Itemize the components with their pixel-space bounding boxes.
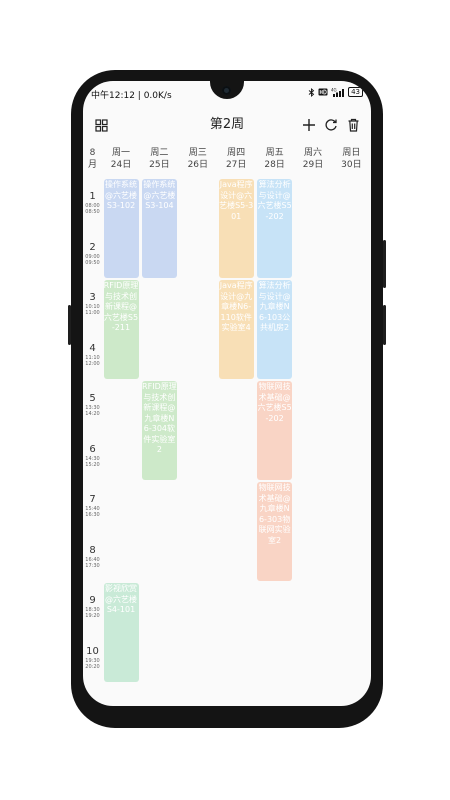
period-end: 11:00 xyxy=(85,310,100,316)
course-card[interactable]: RFID原理与技术创新课程@六艺楼S5-211 xyxy=(103,280,139,379)
course-card[interactable]: Java程序设计@九章楼N6-110软件实验室4 xyxy=(218,280,254,379)
period-label: 4 11:10 12:00 xyxy=(83,343,102,367)
course-text: Java程序设计@九章楼N6-110软件实验室4 xyxy=(219,281,253,332)
period-start: 11:10 xyxy=(85,354,100,361)
period-num: 6 xyxy=(89,443,96,455)
period-num: 9 xyxy=(89,595,96,606)
power-button xyxy=(383,240,386,288)
period-start: 09:00 xyxy=(85,253,100,260)
period-label: 8 16:40 17:30 xyxy=(83,545,102,569)
period-label: 1 08:00 08:50 xyxy=(83,191,102,215)
period-end: 20:20 xyxy=(85,663,100,670)
period-num: 3 xyxy=(89,292,96,303)
period-num: 4 xyxy=(89,342,96,354)
period-num: 5 xyxy=(89,393,96,404)
period-start: 16:40 xyxy=(85,556,100,563)
period-num: 1 xyxy=(89,191,96,202)
course-card[interactable]: 物联网技术基础@六艺楼S5-202 xyxy=(257,381,293,480)
period-label: 3 10:10 11:00 xyxy=(83,292,102,316)
period-num: 2 xyxy=(89,241,96,253)
course-text: 算法分析与设计@六艺楼S5-202 xyxy=(257,180,292,221)
course-text: 操作系统@六艺楼S3-102 xyxy=(105,180,137,210)
period-end: 12:00 xyxy=(85,360,100,367)
course-text: RFID原理与技术创新课程@九章楼N6-304软件实验室2 xyxy=(142,382,177,454)
period-num: 10 xyxy=(86,645,99,657)
course-card[interactable]: 算法分析与设计@六艺楼S5-202 xyxy=(257,179,293,278)
course-card[interactable]: Java程序设计@六艺楼S5-301 xyxy=(218,179,254,278)
period-start: 14:30 xyxy=(85,455,100,462)
course-text: 物联网技术基础@九章楼N6-303物联网实验室2 xyxy=(258,483,291,545)
course-card[interactable]: 操作系统@六艺楼S3-102 xyxy=(103,179,139,278)
volume-button xyxy=(68,305,71,345)
side-button xyxy=(383,305,386,345)
period-end: 15:20 xyxy=(85,461,100,468)
schedule-grid: 1 08:00 08:50 2 09:00 09:50 3 10:10 11:00 4 11:10 1… xyxy=(83,81,371,706)
course-card[interactable]: 物联网技术基础@九章楼N6-303物联网实验室2 xyxy=(257,482,293,581)
period-end: 08:50 xyxy=(85,209,100,215)
course-card[interactable]: 算法分析与设计@九章楼N6-103公共机房2 xyxy=(257,280,293,379)
period-label: 7 15:40 16:30 xyxy=(83,494,102,518)
course-text: 算法分析与设计@九章楼N6-103公共机房2 xyxy=(258,281,291,332)
course-text: 影视欣赏@六艺楼S4-101 xyxy=(105,584,137,614)
period-end: 16:30 xyxy=(85,512,100,518)
course-card[interactable]: 操作系统@六艺楼S3-104 xyxy=(141,179,177,278)
course-text: RFID原理与技术创新课程@六艺楼S5-211 xyxy=(103,281,139,332)
period-label: 10 19:30 20:20 xyxy=(83,646,102,670)
course-text: 操作系统@六艺楼S3-104 xyxy=(143,180,176,210)
phone-screen: 中午12:12 | 0.0K/s 4G 43 第2周 8 月 周一 24日 周二… xyxy=(83,81,371,706)
period-end: 19:20 xyxy=(85,613,100,619)
period-start: 19:30 xyxy=(85,657,100,664)
course-text: 物联网技术基础@六艺楼S5-202 xyxy=(257,382,292,423)
course-text: Java程序设计@六艺楼S5-301 xyxy=(219,180,254,221)
course-card[interactable]: RFID原理与技术创新课程@九章楼N6-304软件实验室2 xyxy=(141,381,177,480)
period-label: 2 09:00 09:50 xyxy=(83,242,102,266)
period-label: 6 14:30 15:20 xyxy=(83,444,102,468)
course-card[interactable]: 影视欣赏@六艺楼S4-101 xyxy=(103,583,139,682)
period-end: 09:50 xyxy=(85,259,100,266)
period-end: 14:20 xyxy=(85,411,100,417)
period-num: 8 xyxy=(89,544,96,556)
period-end: 17:30 xyxy=(85,562,100,569)
period-num: 7 xyxy=(89,494,96,505)
period-label: 5 13:30 14:20 xyxy=(83,393,102,417)
period-label: 9 18:30 19:20 xyxy=(83,595,102,619)
